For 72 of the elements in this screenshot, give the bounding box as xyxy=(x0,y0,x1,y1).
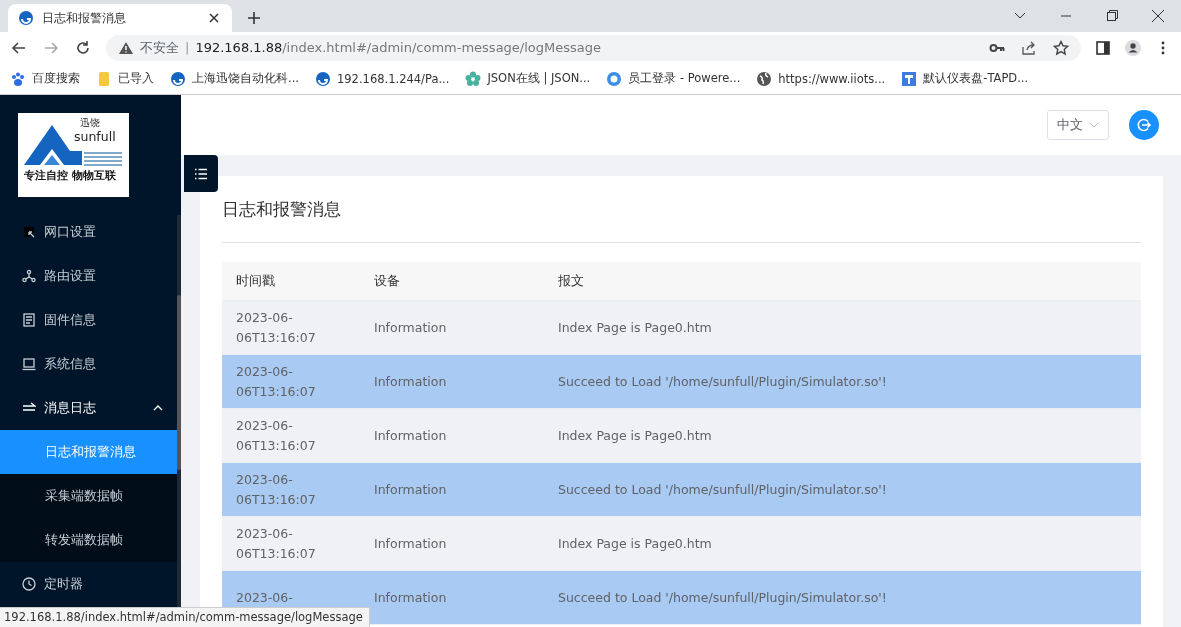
sidebar-item[interactable]: 定时器 xyxy=(0,562,181,606)
logo-text: sunfull xyxy=(74,129,116,144)
slogan: 专注自控 物物互联 xyxy=(24,169,116,183)
sidebar-item[interactable]: 消息日志 xyxy=(0,386,181,430)
column-header: 报文 xyxy=(544,262,1141,301)
tapd-icon xyxy=(901,70,918,87)
page-title: 日志和报警消息 xyxy=(222,197,341,221)
table-cell: Index Page is Page0.htm xyxy=(544,516,1141,571)
table-cell: 2023-06-06T13:16:07 xyxy=(222,462,360,517)
badge-icon xyxy=(606,70,623,87)
table-cell: Information xyxy=(360,408,544,463)
star-icon[interactable] xyxy=(1053,39,1069,56)
table-cell: Information xyxy=(360,462,544,517)
logo-icon xyxy=(314,70,331,87)
table-cell: 2023-06-06T13:16:07 xyxy=(222,516,360,571)
document-icon xyxy=(22,313,36,327)
table-cell: Succeed to Load '/home/sunfull/Plugin/Simulator.so'! xyxy=(544,462,1141,517)
sidebar-item[interactable]: 固件信息 xyxy=(0,298,181,342)
bookmark[interactable]: 百度搜索 xyxy=(32,71,80,86)
language-select[interactable]: 中文 xyxy=(1047,110,1109,140)
bookmark[interactable]: 192.168.1.244/Pa... xyxy=(336,71,450,86)
globe-icon xyxy=(756,70,773,87)
table-cell: 2023-06-06T13:16:07 xyxy=(222,354,360,409)
status-bar: 192.168.1.88/index.html#/admin/comm-message/logMessage xyxy=(0,607,370,627)
bookmark[interactable]: 上海迅饶自动化科... xyxy=(192,71,299,86)
paw-icon xyxy=(10,70,26,87)
share-icon[interactable] xyxy=(1021,39,1037,56)
bookmark[interactable]: JSON在线 | JSON... xyxy=(487,71,591,86)
favicon-icon xyxy=(18,10,34,26)
logo-text: 迅饶 xyxy=(80,116,100,130)
table-cell: Index Page is Page0.htm xyxy=(544,408,1141,463)
table-cell: Index Page is Page0.htm xyxy=(544,300,1141,355)
logo-icon xyxy=(170,70,186,87)
bookmark[interactable]: https://www.iiots... xyxy=(778,71,886,86)
sidebar-item[interactable]: 网口设置 xyxy=(0,210,181,254)
folder-icon xyxy=(96,70,112,87)
url-text: 192.168.1.88/index.html#/admin/comm-message/logMessage xyxy=(195,40,602,55)
table-cell: Succeed to Load '/home/sunfull/Plugin/Simulator.so'! xyxy=(544,354,1141,409)
sidebar-item[interactable]: 系统信息 xyxy=(0,342,181,386)
column-header: 时间戳 xyxy=(222,262,360,301)
table-cell: Information xyxy=(360,354,544,409)
column-header: 设备 xyxy=(360,262,544,301)
bookmark[interactable]: 员工登录 - Powere... xyxy=(628,71,741,86)
address-bar[interactable]: 不安全 | 192.168.1.88/index.html#/admin/comm-message/logMessage xyxy=(106,34,1081,61)
sidebar-item[interactable]: 路由设置 xyxy=(0,254,181,298)
scrollbar-thumb[interactable] xyxy=(177,295,181,470)
avatar-icon[interactable] xyxy=(1125,39,1141,56)
reload-icon[interactable] xyxy=(74,38,92,57)
laptop-icon xyxy=(22,357,36,371)
security-label: 不安全 xyxy=(140,38,179,57)
bookmark[interactable]: 默认仪表盘-TAPD... xyxy=(923,71,1029,86)
side-panel-icon[interactable] xyxy=(1095,39,1111,56)
table-cell: 2023-06-06T13:16:07 xyxy=(222,408,360,463)
new-tab-icon[interactable] xyxy=(246,10,262,26)
table-cell: Succeed to Load '/home/sunfull/Plugin/Simulator.so'! xyxy=(544,570,1141,625)
bookmark[interactable]: 已导入 xyxy=(118,71,154,86)
menu-toggle-button[interactable] xyxy=(184,155,218,192)
network-icon xyxy=(22,269,36,283)
flower-icon xyxy=(465,70,482,87)
submenu-item[interactable]: 采集端数据帧 xyxy=(0,474,181,518)
submenu-item[interactable]: 转发端数据帧 xyxy=(0,518,181,562)
clock-icon xyxy=(22,577,36,591)
table-cell: Information xyxy=(360,300,544,355)
separator: | xyxy=(185,40,190,55)
logout-button[interactable] xyxy=(1129,110,1159,140)
caret-icon xyxy=(153,403,163,413)
table-cell: 2023-06-06T13:16:07 xyxy=(222,300,360,355)
menu-icon xyxy=(194,166,208,181)
logout-icon xyxy=(1136,117,1152,133)
chevron-down-icon xyxy=(1089,120,1099,130)
table-cell: Information xyxy=(360,516,544,571)
browser-tab[interactable]: 日志和报警消息 xyxy=(8,4,232,32)
